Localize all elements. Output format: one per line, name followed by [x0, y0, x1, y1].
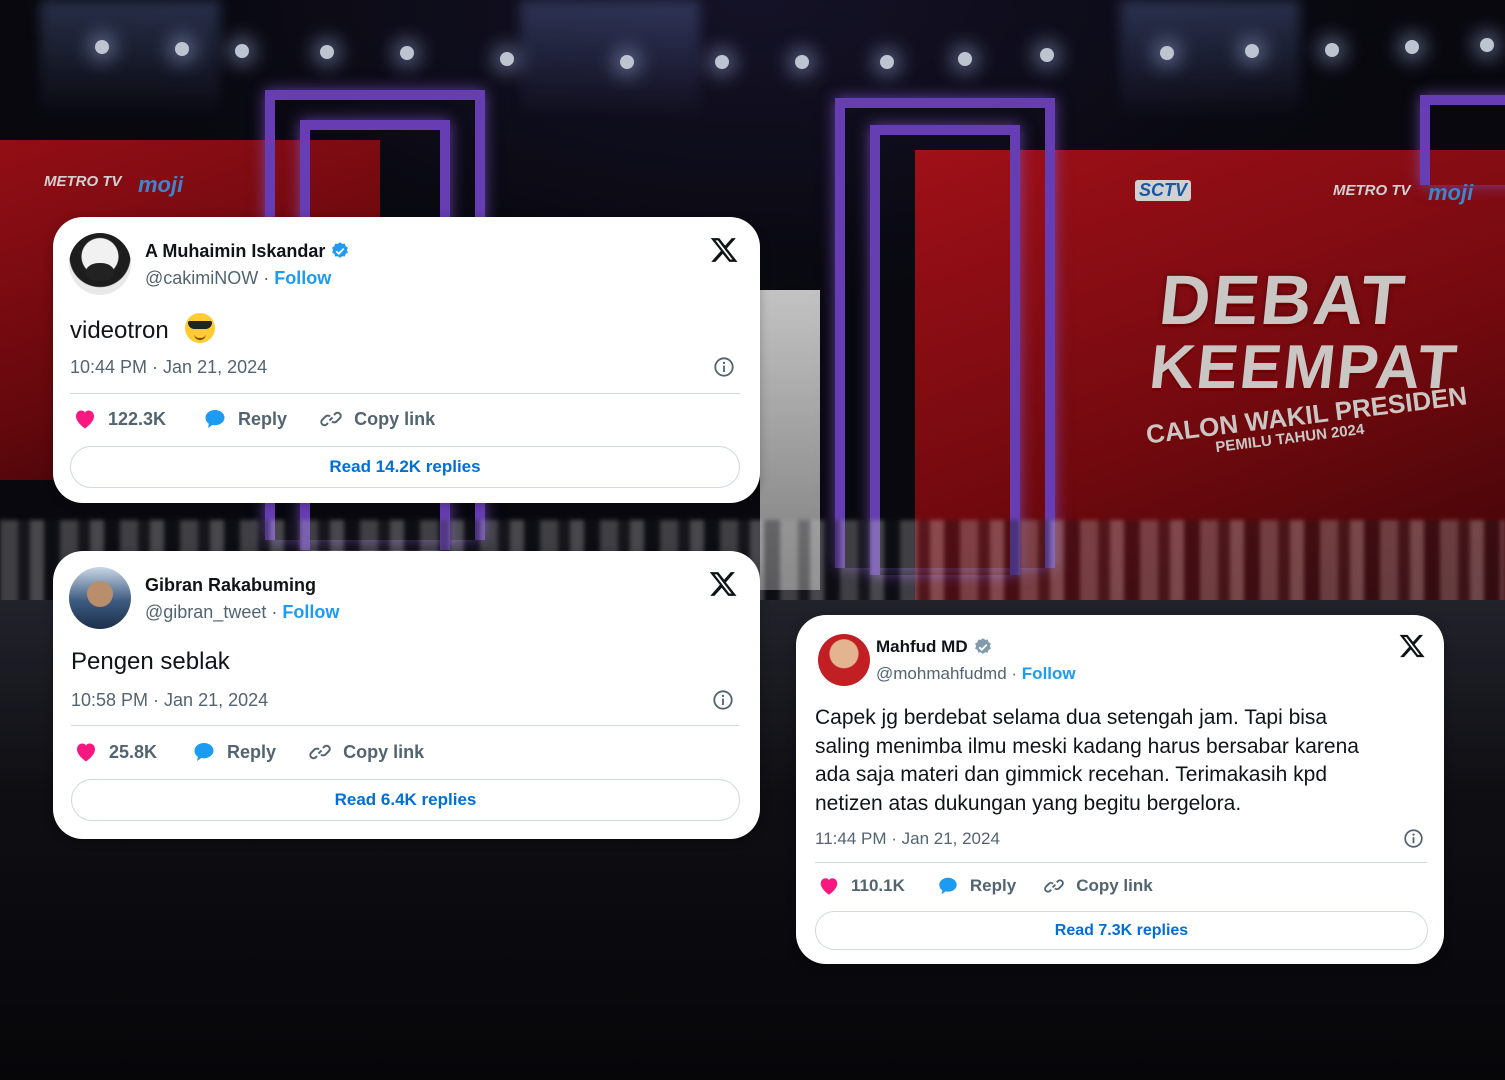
info-icon[interactable] [1403, 828, 1424, 849]
tweet-text-line: netizen atas dukungan yang begitu bergel… [815, 791, 1242, 815]
copy-link-label: Copy link [1076, 876, 1153, 895]
link-icon [309, 744, 331, 760]
reply-bubble-icon [939, 877, 957, 895]
tweet-text: Pengen seblak [71, 648, 230, 675]
author-handle[interactable]: @gibran_tweet [145, 602, 266, 622]
tweet-text-line: ada saja materi dan gimmick recehan. Ter… [815, 763, 1328, 786]
copy-link-label: Copy link [354, 408, 436, 429]
reply-label: Reply [969, 876, 1017, 895]
tweet-timestamp[interactable]: 10:44 PM · Jan 21, 2024 [70, 357, 267, 378]
author-name[interactable]: Gibran Rakabuming [145, 573, 316, 597]
reply-button[interactable]: Reply [937, 875, 1016, 897]
tweet-actions: 25.8K Reply Copy link [74, 740, 424, 764]
follow-button[interactable]: Follow [274, 268, 331, 288]
author-handle[interactable]: @cakimiNOW [145, 268, 258, 288]
verified-badge-icon [332, 241, 349, 258]
reply-bubble-icon [205, 410, 225, 428]
smiling-face-with-sunglasses-icon [184, 313, 215, 343]
tweet-timestamp[interactable]: 11:44 PM · Jan 21, 2024 [815, 829, 1000, 849]
reply-button[interactable]: Reply [203, 407, 287, 431]
read-replies-button[interactable]: Read 7.3K replies [815, 911, 1428, 950]
like-count: 110.1K [851, 876, 905, 895]
read-replies-button[interactable]: Read 14.2K replies [70, 446, 740, 488]
x-logo-icon[interactable] [708, 569, 738, 599]
x-logo-icon[interactable] [709, 235, 739, 265]
avatar[interactable] [69, 233, 131, 295]
separator-dot: · [263, 267, 270, 288]
tweet-card-gibran: Gibran Rakabuming @gibran_tweet · Follow… [53, 551, 760, 839]
author-name[interactable]: Mahfud MD [876, 635, 968, 659]
divider [70, 393, 740, 394]
like-count: 25.8K [109, 741, 158, 762]
author-handle[interactable]: @mohmahfudmd [876, 664, 1007, 683]
tweet-text: Capek jg berdebat selama dua setengah ja… [815, 704, 1359, 818]
tweet-card-muhaimin: A Muhaimin Iskandar @cakimiNOW · Follow … [53, 217, 760, 503]
copy-link-button[interactable]: Copy link [308, 740, 424, 764]
author-name[interactable]: A Muhaimin Iskandar [145, 239, 325, 263]
heart-icon [76, 410, 94, 429]
like-button[interactable]: 110.1K [818, 875, 905, 897]
copy-link-label: Copy link [343, 741, 425, 762]
separator-dot: · [271, 601, 278, 622]
link-icon [320, 411, 342, 427]
avatar[interactable] [818, 634, 870, 686]
tweet-header: A Muhaimin Iskandar @cakimiNOW · Follow [69, 233, 350, 295]
heart-icon [77, 743, 95, 762]
like-button[interactable]: 25.8K [74, 740, 157, 764]
tweet-card-mahfud: Mahfud MD @mohmahfudmd · Follow Capek jg… [796, 615, 1444, 964]
tweet-actions: 110.1K Reply Copy link [818, 875, 1153, 897]
follow-button[interactable]: Follow [282, 602, 339, 622]
heart-icon [820, 878, 838, 895]
tweet-header: Gibran Rakabuming @gibran_tweet · Follow [69, 567, 339, 629]
x-logo-icon[interactable] [1398, 632, 1426, 660]
read-replies-button[interactable]: Read 6.4K replies [71, 779, 740, 821]
reply-button[interactable]: Reply [192, 740, 276, 764]
follow-button[interactable]: Follow [1022, 664, 1076, 683]
info-icon[interactable] [712, 689, 734, 711]
link-icon [1044, 879, 1064, 893]
reply-label: Reply [238, 408, 288, 429]
tweet-actions: 122.3K Reply Copy link [73, 407, 435, 431]
tweet-text-line: Capek jg berdebat selama dua setengah ja… [815, 706, 1328, 729]
copy-link-button[interactable]: Copy link [1043, 875, 1153, 897]
divider [815, 862, 1427, 863]
separator-dot: · [1011, 663, 1018, 683]
divider [71, 725, 739, 726]
tweet-timestamp[interactable]: 10:58 PM · Jan 21, 2024 [71, 690, 268, 711]
tweet-text-line: saling menimba ilmu meski kadang harus b… [815, 734, 1359, 758]
tweet-text: videotron [70, 313, 215, 345]
like-count: 122.3K [108, 408, 167, 429]
reply-label: Reply [227, 741, 277, 762]
avatar[interactable] [69, 567, 131, 629]
like-button[interactable]: 122.3K [73, 407, 166, 431]
verified-badge-icon [974, 637, 991, 654]
copy-link-button[interactable]: Copy link [319, 407, 435, 431]
tweet-text-body: videotron [70, 317, 169, 344]
reply-bubble-icon [194, 743, 214, 761]
tweet-header: Mahfud MD @mohmahfudmd · Follow [818, 634, 1076, 686]
info-icon[interactable] [713, 356, 735, 378]
